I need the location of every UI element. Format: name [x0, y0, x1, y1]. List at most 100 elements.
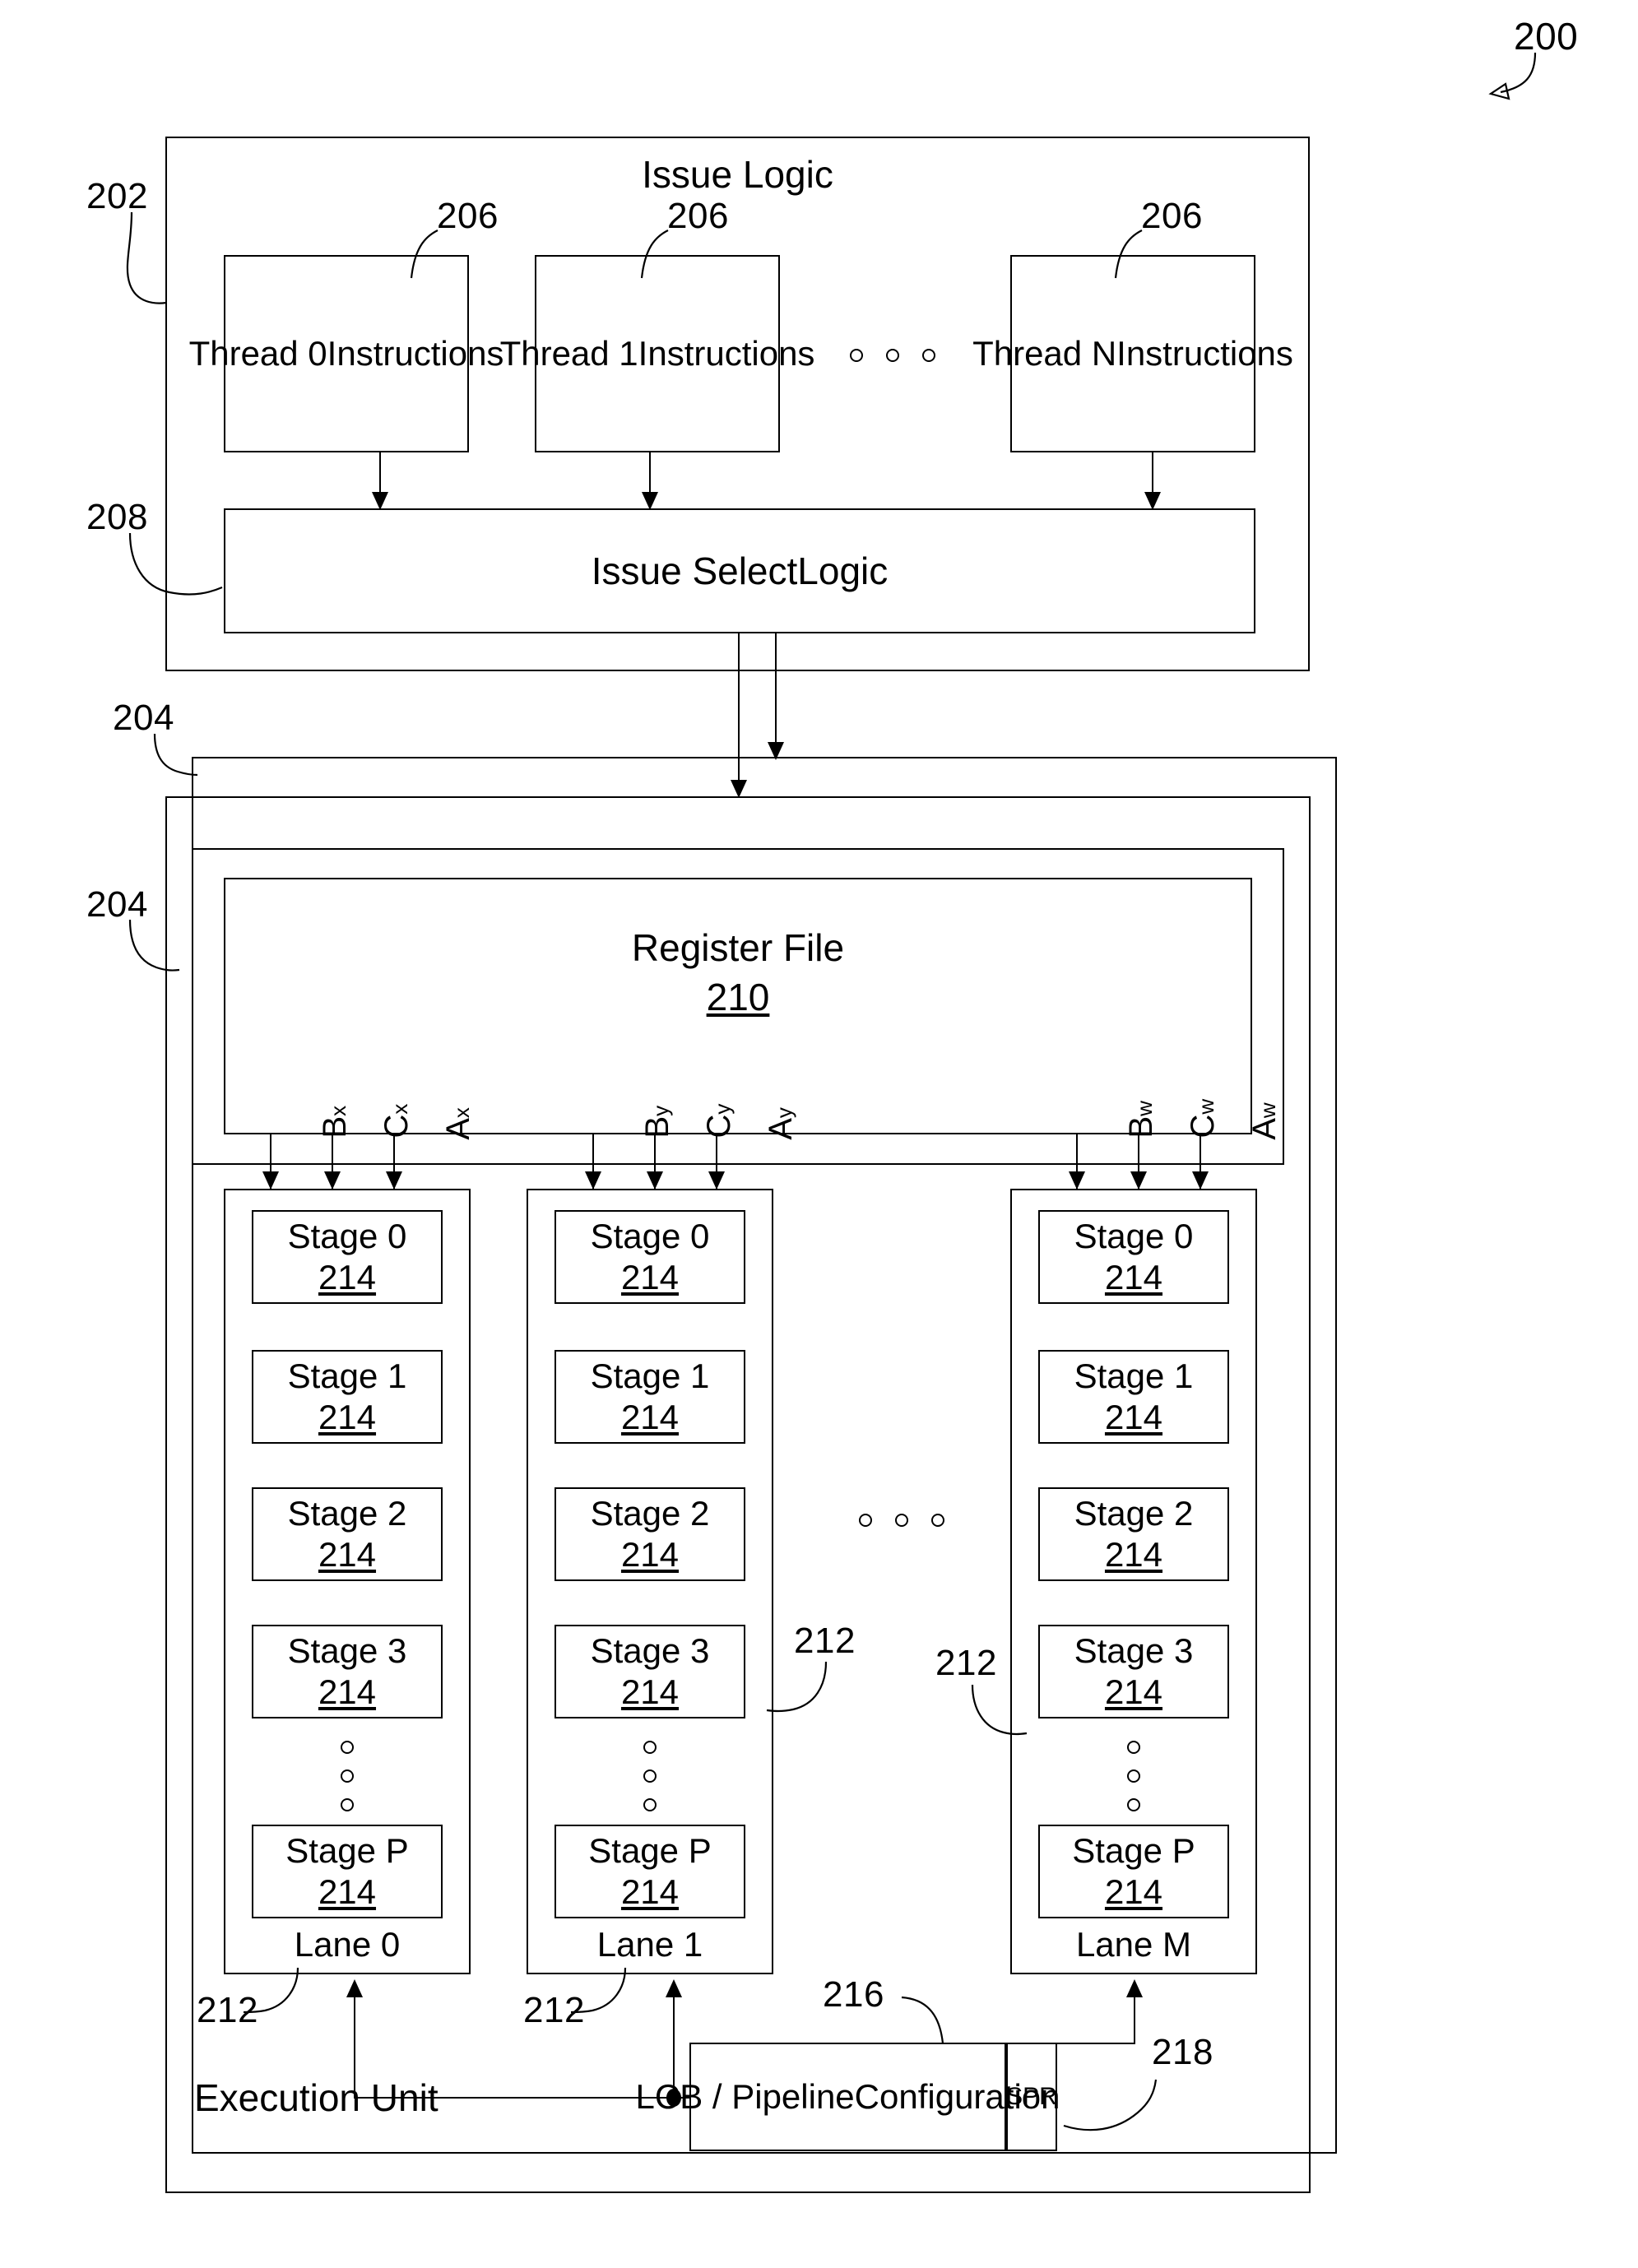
- thread-1-to-issue-select-arrow: [642, 492, 658, 510]
- lane-0-name: Lane 0: [294, 1925, 401, 1964]
- lane-1-stage-3: Stage 3 214: [555, 1625, 745, 1718]
- lead-line-206-threadN: [1114, 230, 1143, 279]
- thread-ellipsis-dot-2: [886, 349, 899, 362]
- lane-m-stage-0: Stage 0 214: [1038, 1210, 1229, 1304]
- lane-1-stage-ellipsis-dot-1: [643, 1741, 657, 1754]
- lead-line-212-lane1-right: [766, 1661, 828, 1713]
- lane-m-stage-p-label: Stage P: [1072, 1831, 1195, 1871]
- spr-to-lanem-vertical-line: [1134, 1997, 1135, 2044]
- thread-0-label: Thread 0 Instructions: [188, 334, 504, 373]
- lead-line-208: [128, 532, 223, 596]
- lane-0-stage-0-label: Stage 0: [287, 1217, 407, 1256]
- lane-m-stage-p-ref: 214: [1104, 1872, 1163, 1911]
- ref-212-lane1-right: 212: [794, 1621, 856, 1661]
- lane-0-stage-3-ref: 214: [318, 1672, 377, 1711]
- lane-0-stage-1-ref: 214: [318, 1398, 377, 1436]
- lane-1-stage-1-ref: 214: [620, 1398, 680, 1436]
- issue-to-exec-line-right: [775, 633, 777, 758]
- lane-m-name: Lane M: [1075, 1925, 1192, 1964]
- bus-arrow-Bw: [1069, 1171, 1085, 1190]
- lead-line-218: [1063, 2079, 1158, 2131]
- lead-line-200: [1488, 52, 1537, 100]
- spr-to-lanem-arrow: [1126, 1979, 1143, 1997]
- lane-0-stage-0-ref: 214: [318, 1258, 377, 1296]
- lane-0-stage-p-ref: 214: [318, 1872, 377, 1911]
- lane-1-stage-ellipsis-dot-3: [643, 1798, 657, 1811]
- lane-1-stage-ellipsis-dot-2: [643, 1769, 657, 1783]
- lane-m-stage-2-ref: 214: [1104, 1535, 1163, 1574]
- bus-label-Ay-name: A: [763, 1118, 799, 1140]
- lane-m-stage-1: Stage 1 214: [1038, 1350, 1229, 1444]
- lead-line-212-lane0: [243, 1967, 299, 2014]
- register-file-label: Register File: [631, 925, 845, 969]
- lcb-junction-dot: [666, 2089, 681, 2107]
- lane-m-stage-2-label: Stage 2: [1074, 1494, 1194, 1533]
- ref-212-lanem-left: 212: [935, 1643, 997, 1683]
- lane-0-stage-2-ref: 214: [318, 1535, 377, 1574]
- lane-0-stage-p-label: Stage P: [285, 1831, 409, 1871]
- bus-arrow-Cx: [324, 1171, 341, 1190]
- lead-line-202: [126, 211, 167, 304]
- lane-m-stage-p: Stage P 214: [1038, 1825, 1229, 1918]
- spr-to-lanem-horizontal-line: [1057, 2043, 1135, 2044]
- lane-1-stage-0-label: Stage 0: [590, 1217, 710, 1256]
- lane-1-stage-p: Stage P 214: [555, 1825, 745, 1918]
- issue-logic-title: Issue Logic: [642, 152, 833, 196]
- lcb-to-lane0-arrow: [346, 1979, 363, 1997]
- lead-line-206-thread1: [640, 230, 669, 279]
- lane-ellipsis-dot-3: [931, 1514, 944, 1527]
- lane-m-stage-1-label: Stage 1: [1074, 1357, 1194, 1396]
- ref-202: 202: [86, 176, 148, 216]
- lcb-to-lane1-arrow: [666, 1979, 682, 1997]
- issue-select-logic-label: Issue Select Logic: [591, 549, 889, 592]
- register-file-ref-210: 210: [706, 975, 770, 1018]
- lcb-to-lane1-vertical-line: [673, 1997, 675, 2099]
- thread-n-label: Thread N Instructions: [972, 334, 1293, 373]
- bus-arrow-Aw: [1192, 1171, 1209, 1190]
- lane-0-stage-2: Stage 2 214: [252, 1487, 443, 1581]
- lane-0-stage-1-label: Stage 1: [287, 1357, 407, 1396]
- bus-label-Ay-sub: y: [772, 1107, 796, 1119]
- bus-label-Ax-sub: x: [449, 1107, 474, 1119]
- lane-0-stage-1: Stage 1 214: [252, 1350, 443, 1444]
- lane-1-name: Lane 1: [596, 1925, 703, 1964]
- lane-m-stage-ellipsis-dot-2: [1127, 1769, 1140, 1783]
- bus-arrow-Ay: [708, 1171, 725, 1190]
- lane-m-stage-3: Stage 3 214: [1038, 1625, 1229, 1718]
- thread-ellipsis-dot-3: [922, 349, 935, 362]
- lane-m-stage-ellipsis-dot-1: [1127, 1741, 1140, 1754]
- lead-line-216: [901, 1996, 944, 2044]
- bus-label-Aw: Aw: [1209, 1102, 1320, 1175]
- thread-0-to-issue-select-arrow: [372, 492, 388, 510]
- lane-1-stage-2-label: Stage 2: [590, 1494, 710, 1533]
- lane-1-stage-0: Stage 0 214: [555, 1210, 745, 1304]
- lane-m-stage-3-label: Stage 3: [1074, 1631, 1194, 1671]
- lane-m-stage-2: Stage 2 214: [1038, 1487, 1229, 1581]
- ref-216: 216: [823, 1974, 884, 2015]
- lane-1-stage-3-ref: 214: [620, 1672, 680, 1711]
- bus-label-Aw-name: A: [1246, 1118, 1283, 1140]
- thread-1-label: Thread 1 Instructions: [499, 334, 815, 373]
- thread-n-to-issue-select-arrow: [1144, 492, 1161, 510]
- lane-1-stage-2: Stage 2 214: [555, 1487, 745, 1581]
- ref-204-outer: 204: [113, 698, 174, 738]
- lane-m-stage-0-ref: 214: [1104, 1258, 1163, 1296]
- lane-0-stage-p: Stage P 214: [252, 1825, 443, 1918]
- ref-208: 208: [86, 497, 148, 537]
- lane-1-stage-2-ref: 214: [620, 1535, 680, 1574]
- bus-label-Ax: Ax: [403, 1107, 514, 1175]
- lane-1-stage-1: Stage 1 214: [555, 1350, 745, 1444]
- lane-0-stage-ellipsis-dot-3: [341, 1798, 354, 1811]
- lane-0-stage-2-label: Stage 2: [287, 1494, 407, 1533]
- lane-m-stage-1-ref: 214: [1104, 1398, 1163, 1436]
- bus-arrow-Bx: [262, 1171, 279, 1190]
- lead-line-212-lanem-left: [971, 1684, 1028, 1736]
- lane-1-stage-p-ref: 214: [620, 1872, 680, 1911]
- lane-0-stage-3-label: Stage 3: [287, 1631, 407, 1671]
- bus-arrow-By: [585, 1171, 601, 1190]
- lead-line-204-outer: [153, 733, 198, 777]
- lead-line-212-lane1: [570, 1967, 627, 2014]
- lane-m-stage-3-ref: 214: [1104, 1672, 1163, 1711]
- lane-0-stage-ellipsis-dot-1: [341, 1741, 354, 1754]
- lane-1-stage-p-label: Stage P: [588, 1831, 712, 1871]
